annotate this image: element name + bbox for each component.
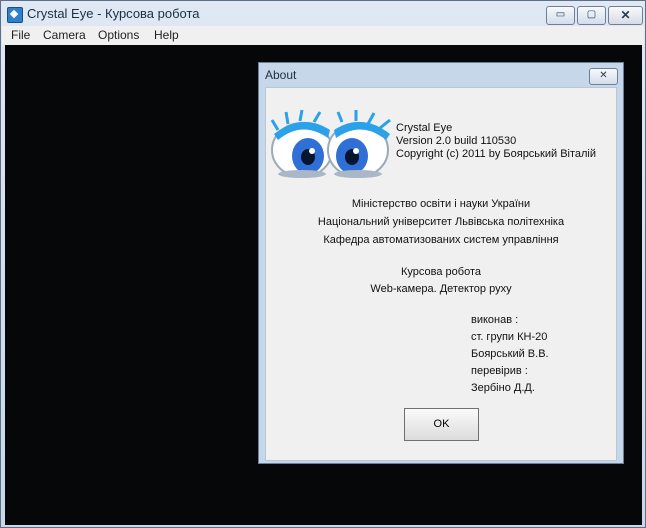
project-type-line: Курсова робота [401, 266, 481, 278]
checked-by-label: перевірив : [471, 365, 528, 377]
university-line: Національний університет Львівська політ… [317, 216, 565, 228]
eyes-logo-icon [270, 109, 391, 178]
about-dialog: About ✕ Crystal Eye Version 2.0 build 11… [258, 62, 624, 464]
app-version: Version 2.0 build 110530 [396, 135, 517, 147]
ministry-line: Міністерство освіти і науки України [351, 198, 531, 210]
student-group: ст. групи КН-20 [471, 331, 548, 343]
title-bar[interactable]: Crystal Eye - Курсова робота ▭ ▢ ✕ [1, 1, 645, 28]
app-copyright: Copyright (c) 2011 by Боярський Віталій [396, 148, 597, 160]
app-name: Crystal Eye [396, 122, 453, 134]
dialog-close-button[interactable]: ✕ [589, 68, 618, 85]
student-name: Боярський В.В. [471, 348, 549, 360]
window-title: Crystal Eye - Курсова робота [27, 6, 200, 21]
ok-button[interactable]: OK [404, 408, 479, 441]
menu-bar: File Camera Options Help [2, 26, 644, 45]
minimize-button[interactable]: ▭ [546, 6, 575, 25]
project-title-line: Web-камера. Детектор руху [370, 283, 512, 295]
menu-camera[interactable]: Camera [43, 28, 86, 42]
menu-file[interactable]: File [11, 28, 30, 42]
dialog-body: Crystal Eye Version 2.0 build 110530 Cop… [265, 87, 617, 461]
department-line: Кафедра автоматизованих систем управлінн… [323, 234, 559, 246]
performed-by-label: виконав : [471, 314, 519, 326]
menu-options[interactable]: Options [98, 28, 139, 42]
dialog-title: About [265, 68, 297, 82]
supervisor-name: Зербіно Д.Д. [471, 382, 535, 394]
maximize-button[interactable]: ▢ [577, 6, 606, 25]
app-icon[interactable] [7, 7, 23, 23]
menu-help[interactable]: Help [154, 28, 179, 42]
close-button[interactable]: ✕ [608, 6, 643, 25]
main-window: Crystal Eye - Курсова робота ▭ ▢ ✕ File … [0, 0, 646, 528]
